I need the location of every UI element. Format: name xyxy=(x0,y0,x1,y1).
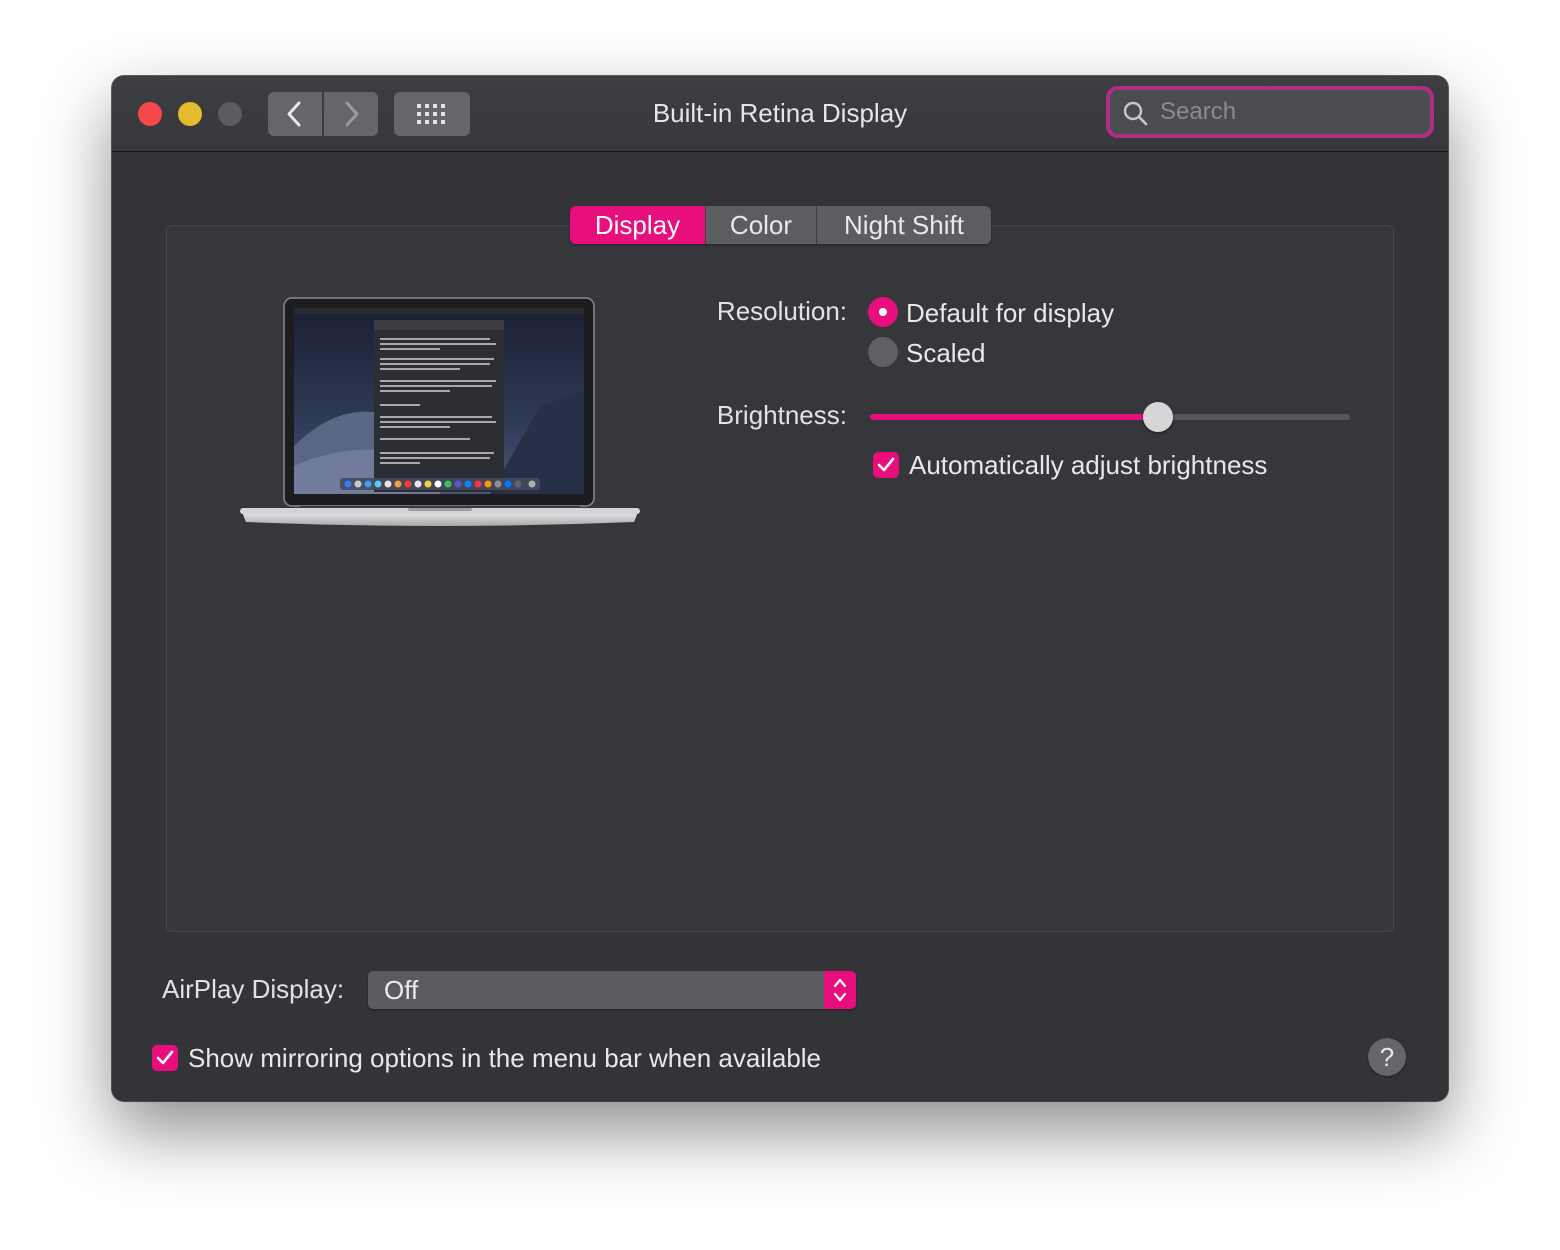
system-preferences-window: Built-in Retina Display Display Color Ni… xyxy=(112,76,1448,1101)
radio-label-default[interactable]: Default for display xyxy=(906,298,1114,329)
tab-display[interactable]: Display xyxy=(570,206,705,244)
radio-label-scaled[interactable]: Scaled xyxy=(906,338,986,369)
brightness-slider-fill xyxy=(870,414,1158,420)
stepper-arrows-icon xyxy=(833,978,847,1002)
tab-color[interactable]: Color xyxy=(705,206,816,244)
search-box[interactable] xyxy=(1110,90,1430,134)
mirroring-options-label[interactable]: Show mirroring options in the menu bar w… xyxy=(188,1043,821,1074)
airplay-display-value: Off xyxy=(384,975,419,1005)
airplay-display-popup[interactable]: Off xyxy=(368,971,856,1009)
radio-scaled[interactable] xyxy=(868,337,898,367)
help-button[interactable]: ? xyxy=(1368,1038,1406,1076)
brightness-label: Brightness: xyxy=(716,400,847,430)
brightness-slider[interactable] xyxy=(870,402,1350,432)
checkmark-icon xyxy=(877,457,895,472)
checkmark-icon xyxy=(156,1050,174,1065)
macbook-image xyxy=(240,297,640,526)
search-input[interactable] xyxy=(1158,96,1422,128)
tab-bar: Display Color Night Shift xyxy=(570,206,991,244)
auto-brightness-checkbox[interactable] xyxy=(873,452,899,478)
mirroring-options-checkbox[interactable] xyxy=(152,1045,178,1071)
popup-stepper[interactable] xyxy=(824,971,856,1009)
auto-brightness-label[interactable]: Automatically adjust brightness xyxy=(909,450,1267,481)
tab-night-shift[interactable]: Night Shift xyxy=(816,206,991,244)
title-bar: Built-in Retina Display xyxy=(112,76,1448,152)
airplay-display-label: AirPlay Display: xyxy=(162,974,345,1004)
brightness-slider-knob[interactable] xyxy=(1143,402,1173,432)
radio-default-for-display[interactable] xyxy=(868,297,898,327)
resolution-label: Resolution: xyxy=(716,296,847,326)
search-icon xyxy=(1123,101,1148,126)
